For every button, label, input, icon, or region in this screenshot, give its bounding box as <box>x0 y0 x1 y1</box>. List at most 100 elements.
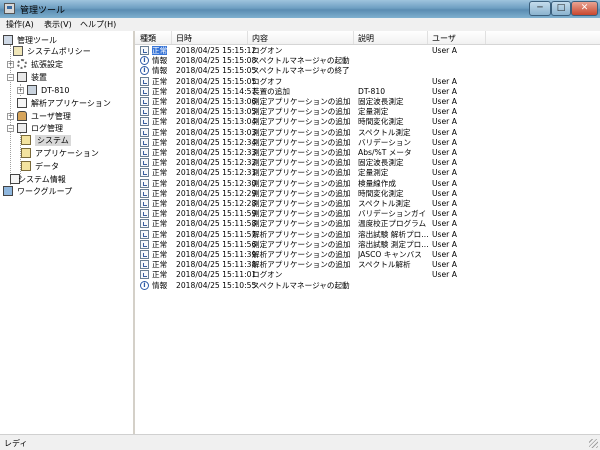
resize-grip-icon[interactable] <box>589 439 598 448</box>
table-row[interactable]: 正常 2018/04/25 15:13:03 測定アプリケーションの追加 スペクトル測… <box>135 127 600 137</box>
cell-datetime: 2018/04/25 15:11:58 <box>176 219 257 229</box>
cell-description: バリデーションガイド <box>358 209 428 219</box>
close-button[interactable]: ✕ <box>571 1 598 16</box>
cell-type: 正常 <box>152 270 168 280</box>
table-row[interactable]: 正常 2018/04/25 15:15:12 ログオン User A <box>135 46 600 55</box>
table-row[interactable]: 正常 2018/04/25 15:11:38 解析アプリケーションの追加 スペクトル解… <box>135 260 600 270</box>
cell-content: 測定アプリケーションの追加 <box>252 137 351 147</box>
expand-toggle[interactable]: + <box>17 87 24 94</box>
cell-datetime: 2018/04/25 15:12:29 <box>176 188 257 198</box>
menu-help[interactable]: ヘルプ(H) <box>80 19 116 30</box>
table-row[interactable]: 正常 2018/04/25 15:13:06 測定アプリケーションの追加 固定波長測定… <box>135 97 600 106</box>
cell-description: DT-810 <box>358 86 386 96</box>
cell-type: 情報 <box>152 280 168 290</box>
cell-user: User A <box>432 168 457 178</box>
cell-type: 正常 <box>152 219 168 229</box>
cell-datetime: 2018/04/25 15:13:04 <box>176 117 257 127</box>
cell-datetime: 2018/04/25 15:15:05 <box>176 76 257 86</box>
column-datetime[interactable]: 日時 <box>176 33 192 44</box>
cell-description: バリデーション <box>358 137 412 147</box>
normal-status-icon <box>140 260 149 270</box>
table-row[interactable]: 正常 2018/04/25 15:12:32 測定アプリケーションの追加 固定波長測定… <box>135 158 600 168</box>
normal-status-icon <box>140 117 149 127</box>
minimize-button[interactable]: ─ <box>529 1 551 16</box>
cell-user: User A <box>432 199 457 208</box>
cell-content: 測定アプリケーションの追加 <box>252 97 351 106</box>
cell-description: スペクトル測定 <box>358 199 411 208</box>
log-list[interactable]: 種類 日時 内容 説明 ユーザ 正常 2018/04/25 15:15:12 ログオ… <box>135 31 600 434</box>
cell-content: 測定アプリケーションの追加 <box>252 168 351 178</box>
column-description[interactable]: 説明 <box>358 33 374 44</box>
table-row[interactable]: 正常 2018/04/25 15:11:01 ログオン User A <box>135 270 600 280</box>
users-icon <box>17 111 27 121</box>
cell-user: User A <box>432 260 457 270</box>
normal-status-icon <box>140 250 149 259</box>
menu-action[interactable]: 操作(A) <box>6 19 34 30</box>
cell-user: User A <box>432 46 457 55</box>
maximize-button[interactable]: □ <box>551 1 571 16</box>
table-row[interactable]: 正常 2018/04/25 15:12:30 測定アプリケーションの追加 検量線作成 U… <box>135 178 600 188</box>
normal-status-icon <box>140 158 149 168</box>
normal-status-icon <box>140 219 149 229</box>
normal-status-icon <box>140 178 149 188</box>
normal-status-icon <box>140 107 149 117</box>
table-row[interactable]: 正常 2018/04/25 15:12:34 測定アプリケーションの追加 バリデーショ… <box>135 137 600 147</box>
table-row[interactable]: 正常 2018/04/25 15:11:56 測定アプリケーションの追加 溶出試験 測… <box>135 239 600 249</box>
expand-toggle[interactable]: + <box>7 113 14 120</box>
cell-datetime: 2018/04/25 15:11:56 <box>176 239 257 249</box>
cell-datetime: 2018/04/25 15:12:31 <box>176 168 257 178</box>
table-row[interactable]: 正常 2018/04/25 15:14:57 装置の追加 DT-810 User A <box>135 86 600 96</box>
folder-icon <box>21 148 31 158</box>
cell-datetime: 2018/04/25 15:15:12 <box>176 46 257 55</box>
cell-content: ログオン <box>252 270 283 280</box>
table-row[interactable]: 正常 2018/04/25 15:11:59 測定アプリケーションの追加 バリデーショ… <box>135 209 600 219</box>
cell-content: ログオフ <box>252 76 283 86</box>
cell-user: User A <box>432 270 457 280</box>
table-row[interactable]: 正常 2018/04/25 15:12:33 測定アプリケーションの追加 Abs/%T… <box>135 148 600 157</box>
app-icon <box>4 3 15 14</box>
table-row[interactable]: 正常 2018/04/25 15:12:28 測定アプリケーションの追加 スペクトル測… <box>135 199 600 208</box>
cell-user: User A <box>432 97 457 106</box>
menu-view[interactable]: 表示(V) <box>44 19 72 30</box>
table-row[interactable]: 正常 2018/04/25 15:11:39 解析アプリケーションの追加 JASCO … <box>135 250 600 259</box>
cell-description: 固定波長測定 <box>358 158 404 168</box>
column-content[interactable]: 内容 <box>252 33 268 44</box>
cell-datetime: 2018/04/25 15:11:59 <box>176 209 257 219</box>
table-row[interactable]: 正常 2018/04/25 15:13:04 測定アプリケーションの追加 時間変化測定… <box>135 117 600 127</box>
cell-content: 測定アプリケーションの追加 <box>252 188 351 198</box>
cell-datetime: 2018/04/25 15:14:57 <box>176 86 257 96</box>
table-row[interactable]: 正常 2018/04/25 15:13:05 測定アプリケーションの追加 定量測定 Us… <box>135 107 600 117</box>
table-row[interactable]: 正常 2018/04/25 15:12:31 測定アプリケーションの追加 定量測定 Us… <box>135 168 600 178</box>
table-row[interactable]: 正常 2018/04/25 15:11:58 測定アプリケーションの追加 温度校正プロ… <box>135 219 600 229</box>
table-row[interactable]: 正常 2018/04/25 15:15:05 ログオフ User A <box>135 76 600 86</box>
column-type[interactable]: 種類 <box>140 33 156 44</box>
cell-type: 正常 <box>152 107 168 117</box>
cell-user: User A <box>432 117 457 127</box>
column-user[interactable]: ユーザ <box>432 33 456 44</box>
folder-icon <box>21 161 31 171</box>
info-icon: i <box>140 280 149 290</box>
cell-content: 測定アプリケーションの追加 <box>252 158 351 168</box>
cell-content: 測定アプリケーションの追加 <box>252 219 351 229</box>
cell-description: 定量測定 <box>358 107 389 117</box>
table-row[interactable]: i 情報 2018/04/25 15:15:05 スペクトルマネージャの終了 <box>135 66 600 76</box>
table-row[interactable]: i 情報 2018/04/25 15:10:55 スペクトルマネージャの起動 <box>135 280 600 290</box>
table-row[interactable]: i 情報 2018/04/25 15:15:08 スペクトルマネージャの起動 <box>135 56 600 66</box>
cell-type: 正常 <box>152 229 168 239</box>
cell-user: User A <box>432 148 457 157</box>
navigation-tree[interactable]: 管理ツール システムポリシー + 拡張設定 − 装置 + DT-810 解析アプ… <box>0 31 134 434</box>
cell-content: 測定アプリケーションの追加 <box>252 178 351 188</box>
normal-status-icon <box>140 209 149 219</box>
cell-datetime: 2018/04/25 15:11:01 <box>176 270 257 280</box>
cell-user: User A <box>432 209 457 219</box>
cell-description: 溶出試験 測定プロ… <box>358 239 428 249</box>
table-row[interactable]: 正常 2018/04/25 15:12:29 測定アプリケーションの追加 時間変化測定… <box>135 188 600 198</box>
cell-datetime: 2018/04/25 15:12:30 <box>176 178 257 188</box>
cell-user: User A <box>432 107 457 117</box>
table-row[interactable]: 正常 2018/04/25 15:11:57 解析アプリケーションの追加 溶出試験 解… <box>135 229 600 239</box>
expand-toggle[interactable]: + <box>7 61 14 68</box>
collapse-toggle[interactable]: − <box>7 74 14 81</box>
cell-type: 情報 <box>152 56 168 66</box>
collapse-toggle[interactable]: − <box>7 125 14 132</box>
normal-status-icon <box>140 137 149 147</box>
